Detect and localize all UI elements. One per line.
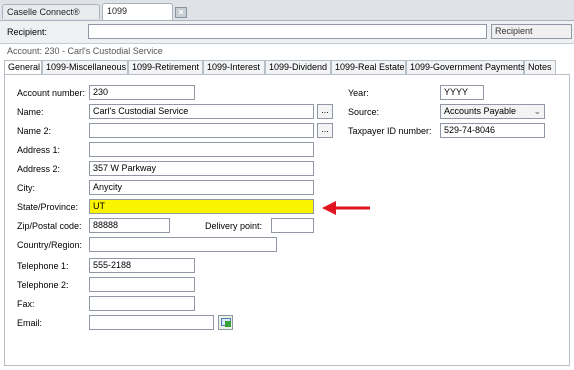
year-label: Year: [348, 88, 369, 98]
tab-label: General [8, 62, 41, 72]
tab-label: 1099-Retirement [132, 62, 200, 72]
tab-1099-government-payments[interactable]: 1099-Government Payments [406, 60, 526, 74]
tab-notes[interactable]: Notes [524, 60, 556, 74]
close-tab-icon[interactable]: × [175, 7, 187, 18]
name-label: Name: [17, 107, 44, 117]
tab-label: 1099-Real Estate [335, 62, 405, 72]
tab-label: Caselle Connect® [7, 7, 80, 17]
delivery-point-label: Delivery point: [205, 221, 263, 231]
name-field[interactable]: Carl's Custodial Service [89, 104, 314, 119]
delivery-point-field[interactable] [271, 218, 314, 233]
state-label: State/Province: [17, 202, 79, 212]
name2-lookup-button[interactable]: ... [317, 123, 333, 138]
tab-label: Notes [528, 62, 552, 72]
tab-1099-recipients[interactable]: 1099 Recipients [102, 3, 173, 31]
recipient-type-field[interactable]: Recipient [491, 24, 572, 39]
tab-1099-miscellaneous[interactable]: 1099-Miscellaneous [42, 60, 128, 74]
zip-field[interactable]: 88888 [89, 218, 170, 233]
left-arrow-icon [322, 201, 370, 215]
fax-label: Fax: [17, 299, 35, 309]
name2-label: Name 2: [17, 126, 52, 136]
fax-field[interactable] [89, 296, 195, 311]
telephone2-field[interactable] [89, 277, 195, 292]
tab-label: 1099-Dividend [269, 62, 328, 72]
year-field[interactable]: YYYY [440, 85, 484, 100]
account-number-field[interactable]: 230 [89, 85, 195, 100]
recipient-label: Recipient: [7, 27, 48, 37]
tab-label: 1099-Interest [207, 62, 261, 72]
tab-caselle-connect[interactable]: Caselle Connect® [2, 4, 100, 19]
chevron-down-icon: ⌄ [533, 106, 541, 116]
taxpayer-id-field[interactable]: 529-74-8046 [440, 123, 545, 138]
name-lookup-button[interactable]: ... [317, 104, 333, 119]
tab-label: 1099-Miscellaneous [46, 62, 127, 72]
source-select[interactable]: Accounts Payable ⌄ [440, 104, 545, 119]
tab-1099-dividend[interactable]: 1099-Dividend [265, 60, 331, 74]
address2-label: Address 2: [17, 164, 61, 174]
address2-field[interactable]: 357 W Parkway [89, 161, 314, 176]
source-label: Source: [348, 107, 380, 117]
zip-label: Zip/Postal code: [17, 221, 82, 231]
address1-label: Address 1: [17, 145, 61, 155]
country-label: Country/Region: [17, 240, 83, 250]
tab-1099-real-estate[interactable]: 1099-Real Estate [331, 60, 406, 74]
tab-1099-retirement[interactable]: 1099-Retirement [128, 60, 203, 74]
name2-field[interactable] [89, 123, 314, 138]
state-field[interactable]: UT [89, 199, 314, 214]
email-label: Email: [17, 318, 43, 328]
email-field[interactable] [89, 315, 214, 330]
recipient-input[interactable] [88, 24, 487, 39]
taxpayer-id-label: Taxpayer ID number: [348, 126, 432, 136]
telephone1-label: Telephone 1: [17, 261, 69, 271]
city-field[interactable]: Anycity [89, 180, 314, 195]
address1-field[interactable] [89, 142, 314, 157]
account-header: Account: 230 - Carl's Custodial Service [7, 46, 163, 56]
telephone2-label: Telephone 2: [17, 280, 69, 290]
send-email-icon[interactable] [218, 315, 233, 330]
tab-general[interactable]: General [4, 60, 42, 75]
arrow-icon-part [225, 321, 231, 327]
tab-1099-interest[interactable]: 1099-Interest [203, 60, 265, 74]
country-field[interactable] [89, 237, 277, 252]
source-value: Accounts Payable [444, 106, 517, 116]
telephone1-field[interactable]: 555-2188 [89, 258, 195, 273]
account-number-label: Account number: [17, 88, 86, 98]
city-label: City: [17, 183, 35, 193]
tab-label: 1099-Government Payments [410, 62, 526, 72]
